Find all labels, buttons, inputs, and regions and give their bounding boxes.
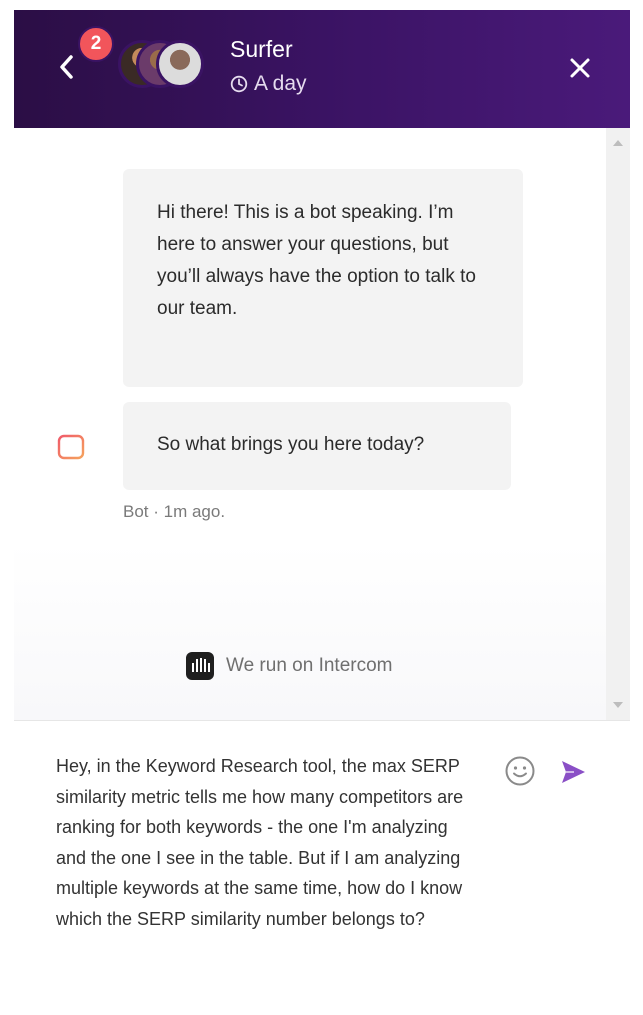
chevron-left-icon <box>60 55 73 79</box>
chat-header: 2 Surfer A day <box>14 10 630 129</box>
clock-icon <box>230 75 248 93</box>
close-icon <box>570 58 590 78</box>
intercom-logo-icon <box>186 652 214 680</box>
scroll-up-arrow-icon[interactable] <box>613 140 623 146</box>
conversation-panel[interactable]: Hi there! This is a bot speaking. I’m he… <box>14 128 630 720</box>
send-icon[interactable] <box>558 757 588 787</box>
scrollbar[interactable] <box>606 128 630 720</box>
powered-by-label: We run on Intercom <box>226 655 393 676</box>
bot-icon <box>57 434 85 460</box>
unread-badge: 2 <box>78 26 114 62</box>
message-bubble: Hi there! This is a bot speaking. I’m he… <box>123 169 523 387</box>
conversation-title: Surfer <box>230 36 293 62</box>
emoji-icon[interactable] <box>503 754 537 788</box>
message-composer: Hey, in the Keyword Research tool, the m… <box>14 720 630 1015</box>
avatar <box>156 40 204 88</box>
back-button[interactable] <box>54 52 78 82</box>
team-avatars <box>118 40 208 90</box>
scroll-down-arrow-icon[interactable] <box>613 702 623 708</box>
message-meta: Bot · 1m ago. <box>123 502 226 521</box>
response-time-label: A day <box>254 72 307 95</box>
close-button[interactable] <box>566 54 594 82</box>
response-time: A day <box>230 72 307 96</box>
message-bubble: So what brings you here today? <box>123 402 511 490</box>
powered-by-link[interactable]: We run on Intercom <box>186 652 393 680</box>
message-input[interactable]: Hey, in the Keyword Research tool, the m… <box>56 751 468 934</box>
